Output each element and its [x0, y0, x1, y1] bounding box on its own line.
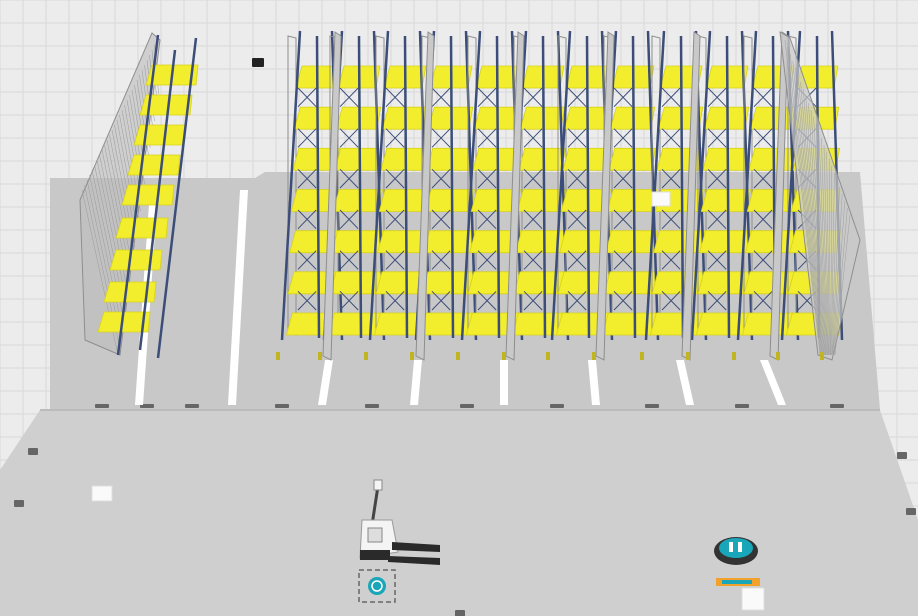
- shelf-level: [748, 147, 797, 171]
- agv-handle[interactable]: [373, 479, 383, 491]
- shelf-level: [127, 154, 181, 176]
- edge-marker: [14, 500, 24, 507]
- shelf-level: [700, 189, 751, 212]
- shelf-level: [380, 147, 429, 171]
- shelf-level: [332, 189, 383, 212]
- agv-floor-zone: [0, 410, 918, 616]
- agv-panel[interactable]: [367, 527, 383, 543]
- warehouse-scene[interactable]: [0, 0, 918, 616]
- edge-marker: [365, 404, 379, 408]
- rack-foot: [502, 352, 506, 360]
- rack-foot: [640, 352, 644, 360]
- charger-glyph[interactable]: [738, 542, 742, 552]
- edge-marker: [455, 610, 465, 616]
- shelf-level: [745, 230, 798, 254]
- shelf-level: [518, 147, 567, 171]
- shelf-level: [702, 147, 751, 171]
- charger-glyph[interactable]: [729, 542, 733, 552]
- shelf-level: [121, 184, 175, 206]
- rack-foot: [410, 352, 414, 360]
- shelf-level: [424, 189, 475, 212]
- shelf-level: [334, 147, 383, 171]
- rack-foot: [546, 352, 550, 360]
- edge-marker: [906, 508, 916, 515]
- shelf-level: [608, 147, 657, 171]
- shelf-level: [115, 217, 169, 239]
- rack-foot: [686, 352, 690, 360]
- rack-foot: [276, 352, 280, 360]
- edge-marker: [28, 448, 38, 455]
- edge-marker: [185, 404, 199, 408]
- edge-marker: [830, 404, 844, 408]
- shelf-level: [606, 189, 657, 212]
- shelf-level: [605, 230, 658, 254]
- cargo-box[interactable]: [91, 485, 113, 502]
- charger-top[interactable]: [719, 538, 753, 558]
- rack-foot: [732, 352, 736, 360]
- shelf-level: [133, 124, 187, 146]
- edge-marker: [460, 404, 474, 408]
- simulation-viewport[interactable]: [0, 0, 918, 616]
- agv-base[interactable]: [360, 550, 390, 560]
- edge-marker: [550, 404, 564, 408]
- rack-foot: [318, 352, 322, 360]
- edge-marker: [735, 404, 749, 408]
- lane-stripe: [500, 360, 508, 405]
- cargo-box[interactable]: [741, 587, 765, 611]
- edge-marker: [897, 452, 907, 459]
- parking-icon[interactable]: [368, 577, 386, 595]
- rack-foot: [592, 352, 596, 360]
- shelf-level: [426, 147, 475, 171]
- edge-marker: [95, 404, 109, 408]
- cargo-box[interactable]: [651, 191, 671, 207]
- rack-foot: [776, 352, 780, 360]
- edge-marker: [645, 404, 659, 408]
- shelf-level: [515, 230, 568, 254]
- rack-foot: [456, 352, 460, 360]
- charger-label-stripe[interactable]: [722, 580, 752, 584]
- shelf-level: [601, 312, 660, 336]
- edge-marker: [275, 404, 289, 408]
- shelf-level: [109, 249, 163, 271]
- rack-foot: [364, 352, 368, 360]
- floor-marker-dark: [252, 58, 264, 67]
- rack-foot: [820, 352, 824, 360]
